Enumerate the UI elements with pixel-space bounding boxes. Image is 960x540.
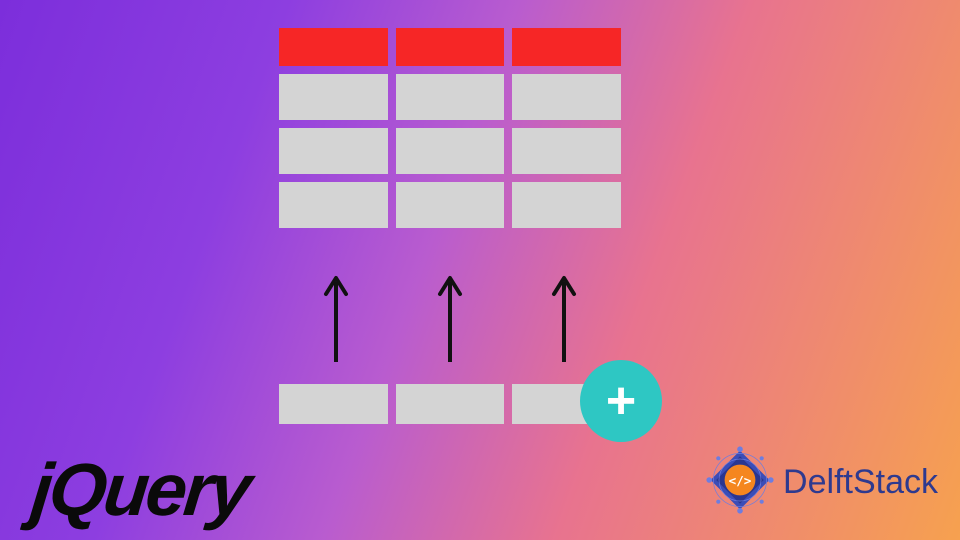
table-diagram [279, 28, 621, 236]
new-row-cell [279, 384, 388, 424]
header-cell [279, 28, 388, 66]
table-header-row [279, 28, 621, 66]
table-cell [396, 128, 505, 174]
table-cell [279, 182, 388, 228]
arrow-up-icon [321, 272, 351, 364]
table-cell [279, 74, 388, 120]
new-row-cell [396, 384, 505, 424]
new-row [279, 384, 621, 424]
delftstack-emblem-icon: </> [705, 445, 775, 520]
delftstack-label: DelftStack [783, 463, 938, 502]
table-cell [396, 182, 505, 228]
arrow-up-icon [549, 272, 579, 364]
delftstack-logo: </> DelftStack [705, 445, 938, 520]
add-row-button[interactable]: + [580, 360, 662, 442]
table-cell [512, 128, 621, 174]
header-cell [512, 28, 621, 66]
table-row [279, 128, 621, 174]
table-cell [396, 74, 505, 120]
header-cell [396, 28, 505, 66]
arrow-up-icon [435, 272, 465, 364]
plus-icon: + [606, 375, 636, 427]
table-row [279, 182, 621, 228]
table-cell [512, 74, 621, 120]
table-cell [279, 128, 388, 174]
code-glyph: </> [729, 473, 752, 488]
table-cell [512, 182, 621, 228]
jquery-logo: jQuery [28, 447, 253, 532]
table-row [279, 74, 621, 120]
insert-arrows [279, 272, 621, 364]
